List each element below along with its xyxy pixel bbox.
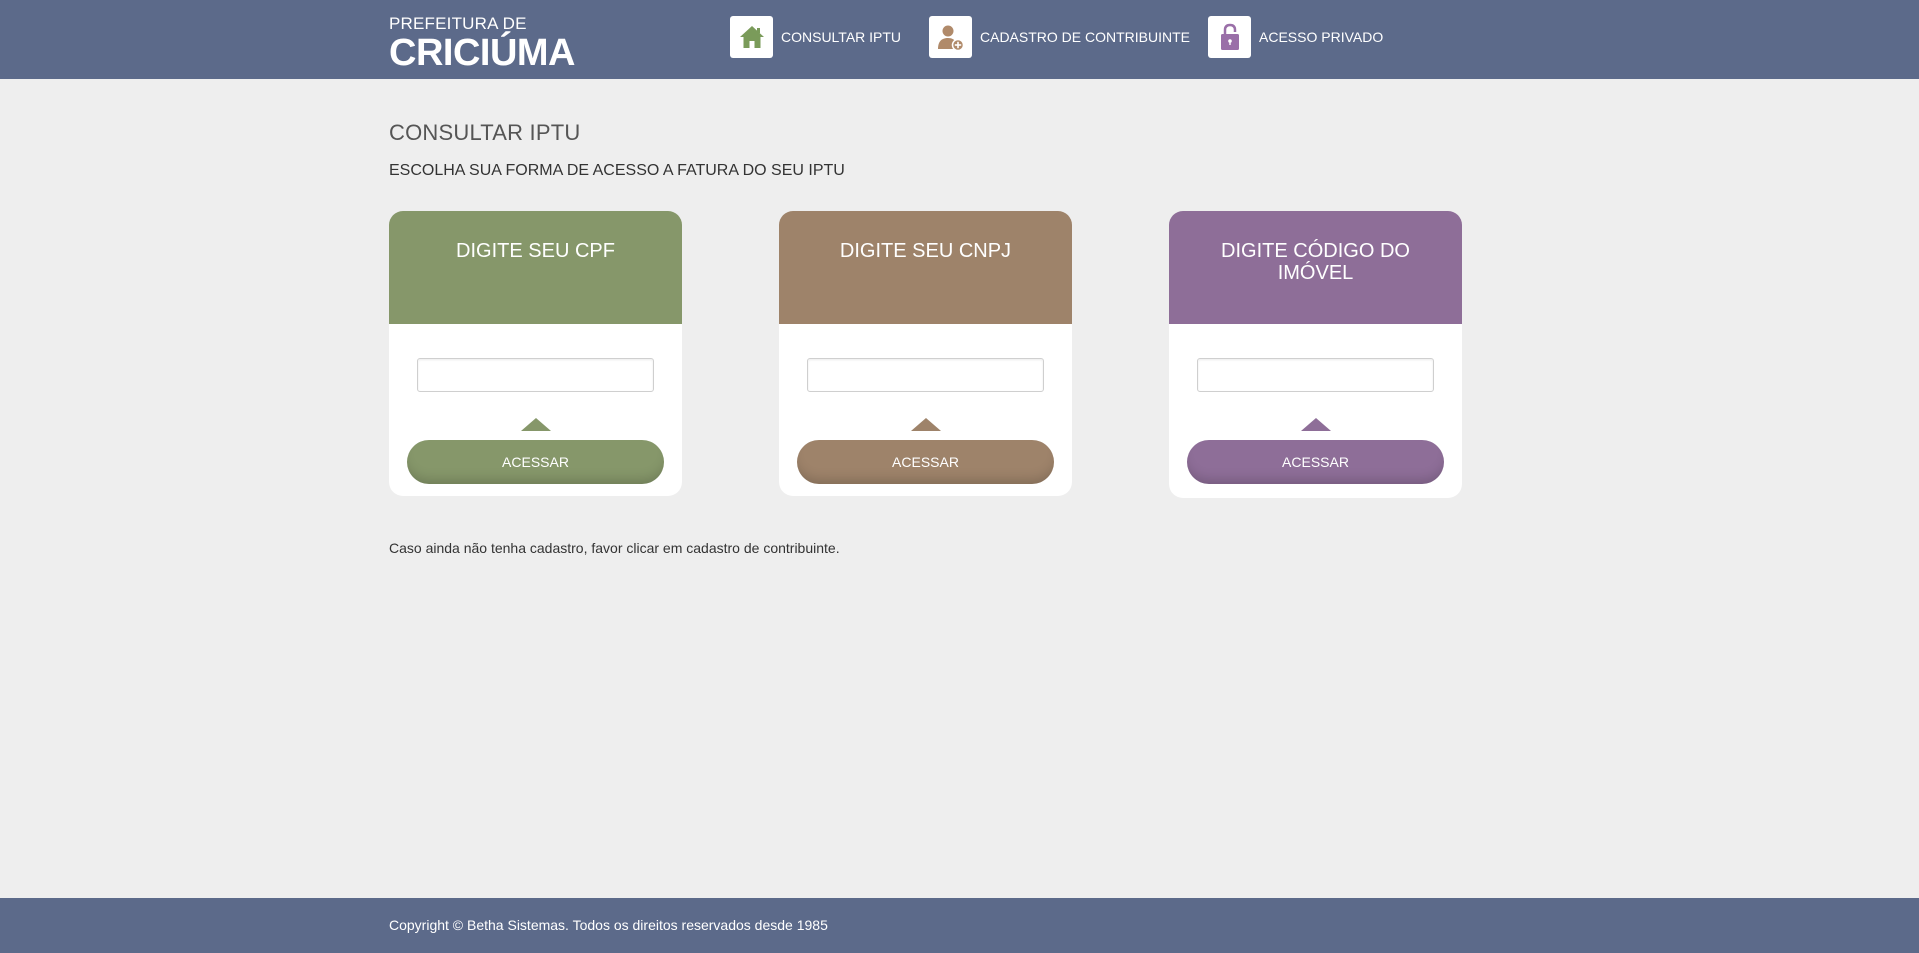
card-cnpj: DIGITE SEU CNPJ ACESSAR: [779, 211, 1072, 496]
card-imovel: DIGITE CÓDIGO DO IMÓVEL ACESSAR: [1169, 211, 1462, 498]
lock-icon: [1208, 16, 1251, 58]
nav-label: CONSULTAR IPTU: [781, 29, 902, 45]
arrow-up-icon: [521, 418, 551, 431]
nav-cadastro-contribuinte[interactable]: CADASTRO DE CONTRIBUINTE: [929, 16, 1190, 58]
card-title: DIGITE SEU CNPJ: [779, 211, 1072, 324]
imovel-input[interactable]: [1197, 358, 1434, 392]
page-subtitle: ESCOLHA SUA FORMA DE ACESSO A FATURA DO …: [389, 162, 845, 179]
page-title: CONSULTAR IPTU: [389, 120, 581, 145]
copyright-text: Copyright © Betha Sistemas. Todos os dir…: [389, 917, 828, 933]
card-title: DIGITE CÓDIGO DO IMÓVEL: [1169, 211, 1462, 324]
nav-acesso-privado[interactable]: ACESSO PRIVADO: [1208, 16, 1383, 58]
arrow-up-icon: [911, 418, 941, 431]
brand-logo[interactable]: PREFEITURA DE CRICIÚMA: [389, 14, 575, 73]
arrow-up-icon: [1301, 418, 1331, 431]
acessar-cpf-button[interactable]: ACESSAR: [407, 440, 664, 484]
acessar-imovel-button[interactable]: ACESSAR: [1187, 440, 1444, 484]
footer: Copyright © Betha Sistemas. Todos os dir…: [0, 898, 1919, 953]
cnpj-input[interactable]: [807, 358, 1044, 392]
card-cpf: DIGITE SEU CPF ACESSAR: [389, 211, 682, 496]
nav-label: CADASTRO DE CONTRIBUINTE: [980, 29, 1191, 45]
nav-consultar-iptu[interactable]: CONSULTAR IPTU: [730, 16, 901, 58]
brand-main-text: CRICIÚMA: [389, 32, 575, 74]
register-note: Caso ainda não tenha cadastro, favor cli…: [389, 540, 840, 556]
house-icon: [730, 16, 773, 58]
brand-top-text: PREFEITURA DE: [389, 14, 527, 33]
cpf-input[interactable]: [417, 358, 654, 392]
card-title: DIGITE SEU CPF: [389, 211, 682, 324]
acessar-cnpj-button[interactable]: ACESSAR: [797, 440, 1054, 484]
user-add-icon: [929, 16, 972, 58]
top-header: PREFEITURA DE CRICIÚMA CONSULTAR IPTU CA…: [0, 0, 1919, 79]
nav-label: ACESSO PRIVADO: [1259, 29, 1384, 45]
